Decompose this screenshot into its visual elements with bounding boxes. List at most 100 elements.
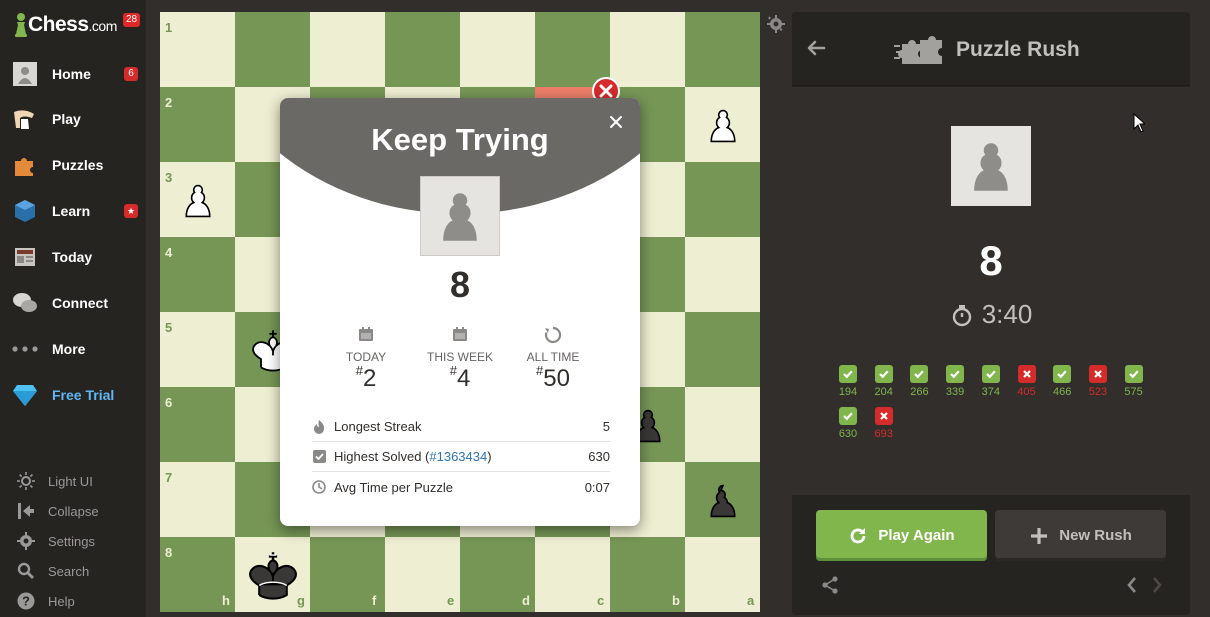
more-dots-icon bbox=[12, 336, 38, 362]
panel-title: Puzzle Rush bbox=[956, 38, 1080, 61]
result-rating: 374 bbox=[981, 386, 1000, 398]
sun-icon bbox=[16, 471, 36, 491]
chevron-left-icon[interactable] bbox=[1124, 575, 1140, 595]
white-pawn-piece[interactable] bbox=[685, 87, 760, 162]
play-again-button[interactable]: Play Again bbox=[816, 510, 987, 561]
result-correct[interactable]: 194 bbox=[830, 365, 866, 405]
highest-solved-link[interactable]: #1363434 bbox=[429, 449, 487, 464]
search-link[interactable]: Search bbox=[0, 558, 146, 584]
result-correct[interactable]: 575 bbox=[1116, 365, 1152, 405]
rank-coordinate: 1 bbox=[165, 20, 173, 35]
rank-hash: # bbox=[355, 363, 363, 378]
stat-longest-streak: Longest Streak 5 bbox=[312, 412, 610, 442]
stat-highest-solved: Highest Solved (#1363434) 630 bbox=[312, 442, 610, 472]
chat-bubbles-icon bbox=[12, 290, 38, 316]
black-king-piece[interactable] bbox=[235, 537, 310, 612]
white-pawn-piece[interactable] bbox=[160, 162, 235, 237]
chevron-right-icon[interactable] bbox=[1149, 575, 1165, 595]
collapse-icon bbox=[16, 501, 36, 521]
sidebar-item-free-trial[interactable]: Free Trial bbox=[0, 375, 146, 415]
board-square[interactable] bbox=[685, 312, 760, 387]
chess-logo[interactable]: Chess.com bbox=[14, 10, 117, 40]
new-rush-button[interactable]: New Rush bbox=[995, 510, 1166, 561]
sidebar-item-puzzles[interactable]: Puzzles bbox=[0, 145, 146, 185]
timer-value: 3:40 bbox=[981, 299, 1033, 329]
rank-coordinate: 8 bbox=[165, 545, 173, 560]
avatar bbox=[951, 126, 1031, 206]
board-square[interactable] bbox=[385, 12, 460, 87]
file-coordinate: a bbox=[747, 593, 755, 608]
result-rating: 523 bbox=[1088, 386, 1108, 398]
result-correct[interactable]: 630 bbox=[830, 407, 866, 447]
stat-value: 630 bbox=[588, 449, 610, 464]
rank-coordinate: 5 bbox=[165, 320, 173, 335]
board-square[interactable] bbox=[235, 12, 310, 87]
result-correct[interactable]: 266 bbox=[901, 365, 937, 405]
stat-label: Highest Solved ( bbox=[334, 449, 430, 464]
board-square[interactable] bbox=[610, 12, 685, 87]
board-square[interactable] bbox=[685, 162, 760, 237]
result-correct[interactable]: 466 bbox=[1044, 365, 1080, 405]
sidebar-item-learn[interactable]: Learn ★ bbox=[0, 191, 146, 231]
diamond-icon bbox=[12, 382, 38, 408]
file-coordinate: c bbox=[597, 593, 605, 608]
result-wrong[interactable]: 693 bbox=[866, 407, 902, 447]
x-icon bbox=[1017, 365, 1036, 383]
stat-label: Avg Time per Puzzle bbox=[334, 479, 453, 495]
gear-icon bbox=[16, 531, 36, 551]
light-ui-toggle[interactable]: Light UI bbox=[0, 468, 146, 494]
avatar-icon bbox=[12, 61, 38, 87]
sidebar-item-label: Free Trial bbox=[52, 387, 115, 403]
result-rating: 575 bbox=[1124, 386, 1143, 398]
back-arrow-icon[interactable] bbox=[806, 38, 826, 58]
panel-footer: Play Again New Rush bbox=[792, 495, 1190, 615]
rank-label: ALL TIME bbox=[526, 350, 580, 364]
board-square[interactable] bbox=[685, 237, 760, 312]
sidebar-item-label: Learn bbox=[52, 203, 91, 219]
result-rating: 266 bbox=[910, 386, 929, 398]
result-rating: 693 bbox=[874, 428, 893, 440]
board-square[interactable] bbox=[535, 12, 610, 87]
black-pawn-piece[interactable] bbox=[685, 462, 760, 537]
check-icon bbox=[1124, 365, 1143, 383]
settings-link[interactable]: Settings bbox=[0, 528, 146, 554]
sidebar-item-play[interactable]: Play bbox=[0, 99, 146, 139]
board-square[interactable] bbox=[685, 12, 760, 87]
file-coordinate: f bbox=[372, 593, 377, 608]
result-correct[interactable]: 374 bbox=[973, 365, 1009, 405]
rank-label: THIS WEEK bbox=[426, 350, 493, 364]
modal-title: Keep Trying bbox=[371, 122, 549, 157]
result-correct[interactable]: 339 bbox=[937, 365, 973, 405]
check-icon bbox=[874, 365, 893, 383]
learn-cube-icon bbox=[12, 198, 38, 224]
rank-today: TODAY #2 bbox=[321, 326, 411, 393]
flame-icon bbox=[312, 419, 326, 434]
sidebar: Chess.com 28 Home 6 Play Puzzles Learn ★… bbox=[0, 0, 146, 617]
sidebar-bottom-label: Settings bbox=[48, 533, 95, 549]
board-settings-gear-icon[interactable] bbox=[767, 15, 785, 33]
help-link[interactable]: ? Help bbox=[0, 588, 146, 614]
rank-value: 2 bbox=[362, 365, 377, 392]
close-icon[interactable] bbox=[608, 114, 624, 130]
result-wrong[interactable]: 523 bbox=[1080, 365, 1116, 405]
x-icon bbox=[874, 407, 893, 425]
board-square[interactable] bbox=[310, 12, 385, 87]
share-icon[interactable] bbox=[820, 575, 840, 595]
sidebar-item-more[interactable]: More bbox=[0, 329, 146, 369]
rank-label: TODAY bbox=[345, 350, 387, 364]
sidebar-item-label: Play bbox=[52, 111, 81, 127]
board-square[interactable] bbox=[460, 12, 535, 87]
pawn-logo-icon bbox=[14, 12, 28, 38]
calendar-icon bbox=[321, 326, 411, 346]
sidebar-item-connect[interactable]: Connect bbox=[0, 283, 146, 323]
file-coordinate: h bbox=[222, 593, 230, 608]
sidebar-item-today[interactable]: Today bbox=[0, 237, 146, 277]
sidebar-item-home[interactable]: Home 6 bbox=[0, 54, 146, 94]
rank-value: 4 bbox=[456, 365, 471, 392]
result-wrong[interactable]: 405 bbox=[1009, 365, 1045, 405]
board-square[interactable] bbox=[685, 387, 760, 462]
sidebar-bottom-label: Search bbox=[48, 563, 90, 579]
stat-value: 0:07 bbox=[584, 479, 610, 495]
collapse-button[interactable]: Collapse bbox=[0, 498, 146, 524]
result-correct[interactable]: 204 bbox=[866, 365, 902, 405]
